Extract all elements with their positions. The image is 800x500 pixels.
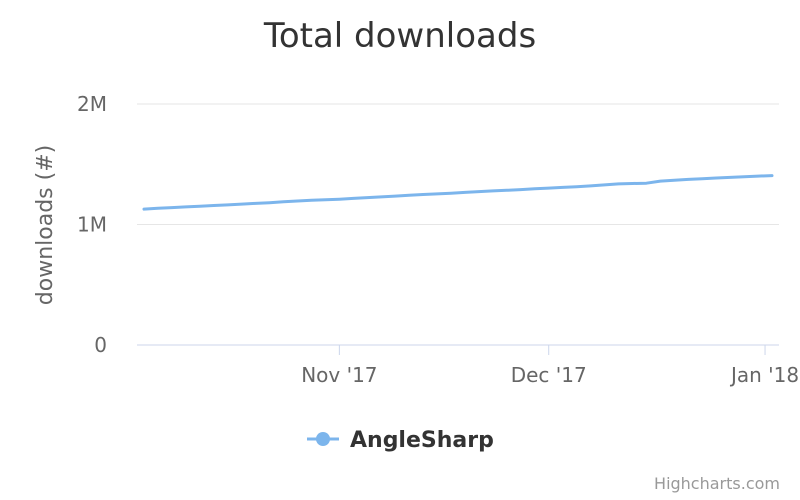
- x-axis-ticks: Nov '17 Dec '17 Jan '18: [301, 345, 799, 387]
- legend[interactable]: AngleSharp: [307, 428, 494, 453]
- y-axis-ticks: 0 1M 2M: [77, 92, 107, 357]
- data-point[interactable]: [196, 202, 204, 210]
- grid-lines: [137, 103, 779, 225]
- legend-item-anglesharp[interactable]: AngleSharp: [350, 428, 494, 453]
- data-point[interactable]: [154, 204, 162, 212]
- series-layer: [140, 172, 776, 213]
- x-tick-label: Jan '18: [729, 363, 799, 387]
- y-axis-title: downloads (#): [33, 145, 58, 305]
- y-tick-label: 0: [94, 333, 107, 357]
- data-point[interactable]: [140, 205, 148, 213]
- data-point[interactable]: [573, 183, 581, 191]
- data-point[interactable]: [656, 177, 664, 185]
- data-point[interactable]: [363, 194, 371, 202]
- data-point[interactable]: [628, 180, 636, 188]
- data-point[interactable]: [307, 196, 315, 204]
- data-point[interactable]: [349, 194, 357, 202]
- y-tick-label: 1M: [77, 213, 107, 237]
- data-point[interactable]: [168, 204, 176, 212]
- data-point[interactable]: [461, 188, 469, 196]
- legend-marker-icon: [316, 432, 330, 446]
- data-point[interactable]: [531, 185, 539, 193]
- data-point[interactable]: [294, 197, 302, 205]
- data-point[interactable]: [391, 192, 399, 200]
- data-point[interactable]: [335, 195, 343, 203]
- data-point[interactable]: [503, 186, 511, 194]
- data-point[interactable]: [587, 182, 595, 190]
- data-point[interactable]: [642, 179, 650, 187]
- data-point[interactable]: [698, 175, 706, 183]
- data-point[interactable]: [489, 187, 497, 195]
- data-point[interactable]: [447, 189, 455, 197]
- data-point[interactable]: [238, 200, 246, 208]
- data-point[interactable]: [740, 173, 748, 181]
- data-point[interactable]: [182, 203, 190, 211]
- data-point[interactable]: [601, 181, 609, 189]
- data-point[interactable]: [684, 175, 692, 183]
- data-point[interactable]: [252, 199, 260, 207]
- y-tick-label: 2M: [77, 92, 107, 116]
- chart-title: Total downloads: [263, 16, 536, 56]
- data-point[interactable]: [280, 198, 288, 206]
- data-point[interactable]: [545, 184, 553, 192]
- data-point[interactable]: [559, 183, 567, 191]
- data-point[interactable]: [768, 172, 776, 180]
- data-point[interactable]: [615, 180, 623, 188]
- data-point[interactable]: [670, 176, 678, 184]
- data-point[interactable]: [210, 201, 218, 209]
- data-point[interactable]: [726, 173, 734, 181]
- x-tick-label: Dec '17: [511, 363, 587, 387]
- data-point[interactable]: [433, 190, 441, 198]
- data-point[interactable]: [266, 199, 274, 207]
- data-point[interactable]: [419, 190, 427, 198]
- x-tick-label: Nov '17: [301, 363, 377, 387]
- credits-link[interactable]: Highcharts.com: [654, 474, 780, 493]
- data-point[interactable]: [475, 188, 483, 196]
- data-point[interactable]: [517, 186, 525, 194]
- data-point[interactable]: [377, 193, 385, 201]
- data-point[interactable]: [405, 191, 413, 199]
- data-point[interactable]: [321, 196, 329, 204]
- data-point[interactable]: [224, 201, 232, 209]
- chart-container: Total downloads 0 1M 2M downloads (#) Nov …: [0, 0, 800, 500]
- line-chart: Total downloads 0 1M 2M downloads (#) Nov …: [33, 16, 799, 493]
- data-point[interactable]: [712, 174, 720, 182]
- data-point[interactable]: [754, 172, 762, 180]
